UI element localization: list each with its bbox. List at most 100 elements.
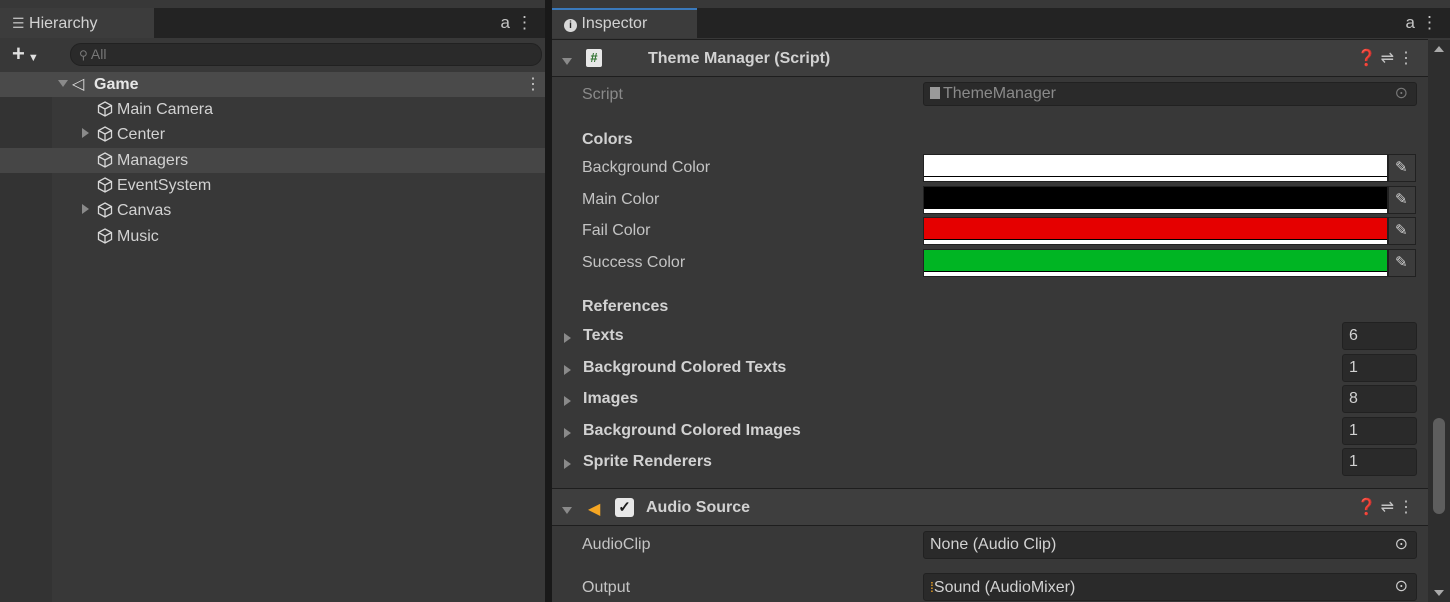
color-swatch-field[interactable] [923, 217, 1388, 245]
eyedropper-icon: ✎ [1395, 190, 1408, 208]
array-size-field[interactable]: 1 [1342, 448, 1417, 477]
color-fill [924, 186, 1387, 209]
hierarchy-item-label: Managers [117, 151, 189, 169]
audio-source-enabled-checkbox[interactable]: ✓ [615, 498, 634, 517]
object-picker-icon: ⊙ [1394, 85, 1408, 102]
eyedropper-icon: ✎ [1395, 159, 1408, 176]
hierarchy-item[interactable]: Music [0, 224, 545, 249]
hierarchy-item-label: EventSystem [117, 176, 212, 194]
eyedropper-button[interactable]: ✎ [1388, 185, 1416, 214]
array-size-field[interactable]: 6 [1342, 322, 1417, 350]
scroll-down-arrow-icon[interactable] [1434, 590, 1444, 596]
presets-icon[interactable]: ⇌ [1381, 50, 1398, 67]
scene-menu-icon[interactable]: ⋮ [525, 72, 541, 97]
object-picker-icon[interactable]: ⊙ [1395, 574, 1408, 600]
hierarchy-item[interactable]: EventSystem [0, 173, 545, 198]
scene-root-row[interactable]: ◁ Game ⋮ [0, 72, 545, 97]
create-button[interactable]: + ▼ [12, 42, 54, 66]
array-size-field[interactable]: 8 [1342, 385, 1417, 414]
hierarchy-tabbar: ☰ Hierarchy a⋮ [0, 8, 545, 38]
foldout-arrow-icon[interactable] [564, 363, 571, 381]
reference-list-row[interactable]: Background Colored Images 1 [552, 416, 1422, 445]
expand-arrow-icon[interactable] [82, 122, 89, 147]
foldout-arrow-icon[interactable] [564, 331, 571, 349]
hierarchy-tree: ◁ Game ⋮ Main Camera Center Managers EventS… [0, 72, 545, 602]
scrollbar-thumb[interactable] [1433, 418, 1445, 514]
audio-source-icon: ◀ [588, 501, 601, 518]
alpha-bar [924, 176, 1387, 181]
hierarchy-item-label: Main Camera [117, 101, 214, 118]
foldout-arrow-icon[interactable] [564, 426, 571, 444]
output-field[interactable]: ⁞Sound (AudioMixer) ⊙ [923, 573, 1417, 601]
audioclip-field[interactable]: None (Audio Clip) ⊙ [923, 531, 1417, 559]
dropdown-caret-icon: ▼ [27, 52, 39, 64]
hierarchy-search-field[interactable]: ⚲ All [70, 43, 542, 66]
color-swatch-field[interactable] [923, 185, 1388, 214]
hierarchy-tab-label: Hierarchy [29, 15, 98, 32]
help-icon[interactable]: ❓ [1357, 499, 1381, 516]
color-swatch-field[interactable] [923, 154, 1388, 182]
hierarchy-item[interactable]: Canvas [0, 198, 545, 223]
inspector-tabbar: i Inspector a⋮ [552, 8, 1450, 38]
more-options-icon[interactable]: ⋮ [1421, 13, 1444, 32]
output-label: Output [582, 579, 631, 596]
tab-hierarchy[interactable]: ☰ Hierarchy [0, 8, 154, 38]
audioclip-value: None (Audio Clip) [930, 536, 1057, 553]
alpha-bar [924, 207, 1387, 213]
reference-list-row[interactable]: Background Colored Texts 1 [552, 353, 1422, 382]
theme-manager-header[interactable]: # Theme Manager (Script) ❓⇌⋮ [552, 39, 1428, 77]
expand-arrow-icon[interactable] [58, 72, 68, 97]
reference-list-row[interactable]: Images 8 [552, 385, 1422, 414]
hierarchy-item-label: Center [117, 126, 166, 144]
hierarchy-item[interactable]: Center [0, 122, 545, 147]
help-icon[interactable]: ❓ [1357, 50, 1381, 67]
object-picker-icon[interactable]: ⊙ [1395, 532, 1408, 558]
inspector-scrollbar[interactable] [1428, 40, 1450, 602]
info-icon: i [564, 19, 577, 32]
context-menu-icon[interactable]: ⋮ [1398, 50, 1418, 67]
script-value: ThemeManager [943, 85, 1056, 102]
eyedropper-button[interactable]: ✎ [1388, 154, 1416, 182]
color-swatch-field[interactable] [923, 248, 1388, 277]
gameobject-cube-icon [97, 101, 113, 117]
foldout-arrow-icon[interactable] [564, 394, 571, 412]
collapse-arrow-icon[interactable] [562, 54, 572, 72]
scroll-up-arrow-icon[interactable] [1434, 46, 1444, 52]
reference-list-row[interactable]: Sprite Renderers 1 [552, 448, 1422, 477]
color-label: Background Color [582, 159, 711, 176]
gameobject-cube-icon [97, 177, 113, 193]
expand-arrow-icon[interactable] [82, 198, 89, 223]
inspector-tab-actions: a⋮ [1406, 8, 1444, 38]
script-asset-icon [930, 87, 940, 99]
inspector-window: i Inspector a⋮ # Theme Manager (Script) … [552, 0, 1450, 602]
color-fill [924, 249, 1387, 272]
audio-source-header[interactable]: ◀ ✓ Audio Source ❓⇌⋮ [552, 488, 1428, 526]
array-size-field[interactable]: 1 [1342, 416, 1417, 445]
foldout-arrow-icon[interactable] [564, 457, 571, 475]
lock-icon[interactable]: a [501, 13, 516, 32]
gameobject-cube-icon [97, 126, 113, 143]
eyedropper-button[interactable]: ✎ [1388, 217, 1416, 245]
theme-manager-title: Theme Manager (Script) [648, 50, 831, 67]
context-menu-icon[interactable]: ⋮ [1398, 499, 1418, 516]
reference-list-row[interactable]: Texts 6 [552, 322, 1422, 350]
tab-inspector[interactable]: i Inspector [552, 8, 697, 38]
color-label: Fail Color [582, 222, 651, 239]
alpha-bar [924, 270, 1387, 276]
presets-icon[interactable]: ⇌ [1381, 499, 1398, 516]
gameobject-cube-icon [97, 202, 113, 218]
hierarchy-item[interactable]: Main Camera [0, 97, 545, 122]
audioclip-label: AudioClip [582, 536, 651, 553]
audio-source-title: Audio Source [646, 499, 751, 516]
plus-icon: + [12, 41, 25, 66]
collapse-arrow-icon[interactable] [562, 503, 572, 521]
hierarchy-list-icon: ☰ [12, 15, 25, 31]
reference-label: Sprite Renderers [583, 453, 712, 471]
search-icon: ⚲ [79, 48, 88, 62]
more-options-icon[interactable]: ⋮ [516, 13, 539, 32]
array-size-field[interactable]: 1 [1342, 353, 1417, 382]
hierarchy-item[interactable]: Managers [0, 147, 545, 173]
eyedropper-button[interactable]: ✎ [1388, 248, 1416, 277]
component-header-actions: ❓⇌⋮ [1357, 40, 1418, 78]
lock-icon[interactable]: a [1406, 13, 1421, 32]
